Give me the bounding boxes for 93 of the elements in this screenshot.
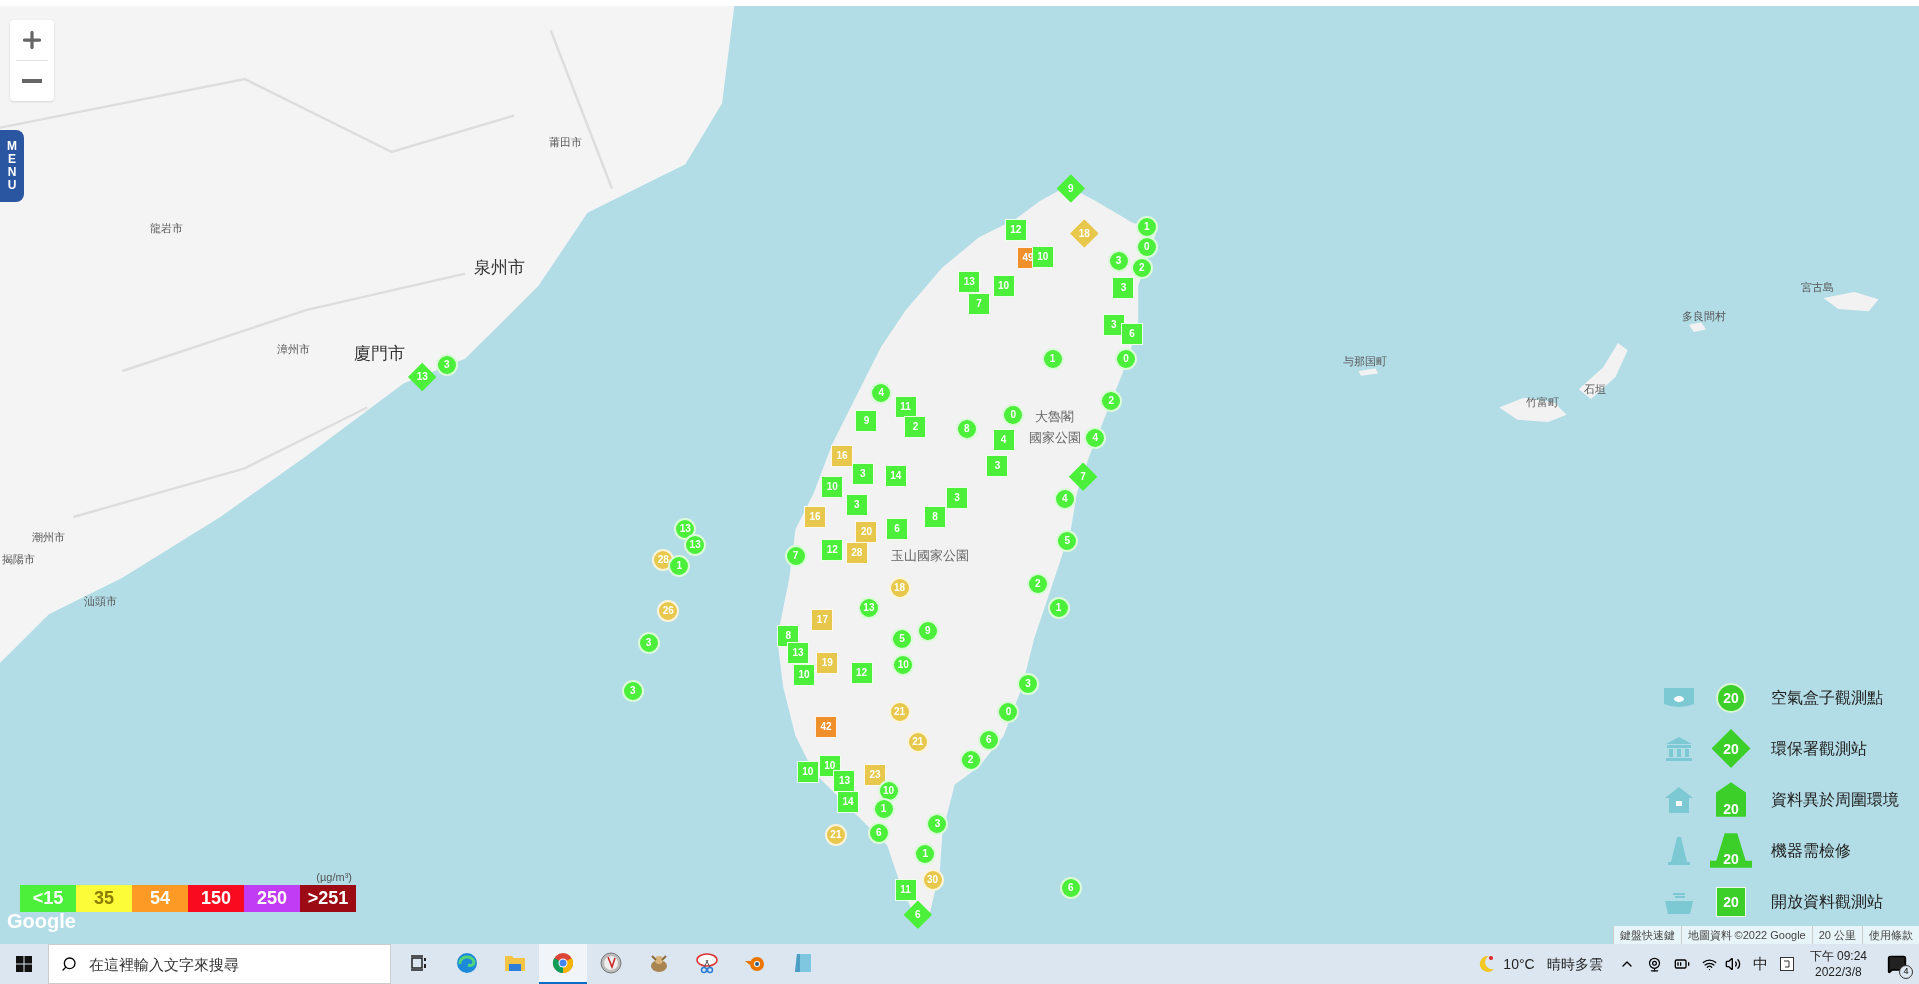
square-marker[interactable]: 28: [845, 542, 868, 565]
input-method-label[interactable]: 中: [1752, 952, 1768, 976]
building-icon: [1664, 735, 1694, 762]
scale-step: <15: [20, 885, 76, 912]
square-marker[interactable]: 17: [811, 609, 834, 632]
unit-label: (µg/m³): [316, 869, 352, 885]
date-label: 2022/3/8: [1814, 964, 1862, 981]
legend-label: 環保署觀測站: [1771, 738, 1867, 759]
square-marker[interactable]: 6: [1121, 323, 1144, 346]
search-field[interactable]: 在這裡輸入文字來搜尋: [48, 944, 391, 984]
square-marker[interactable]: 3: [986, 454, 1009, 477]
place-label: 廈門市: [353, 343, 405, 365]
place-label: 國家公園: [1028, 429, 1081, 446]
square-marker[interactable]: 14: [837, 790, 860, 813]
house-icon: [1664, 785, 1694, 814]
minus-icon: [22, 79, 42, 83]
square-marker[interactable]: 3: [851, 463, 874, 486]
browser-icon: [552, 952, 574, 974]
place-label: 潮州市: [32, 530, 66, 545]
square-marker[interactable]: 9: [855, 409, 878, 432]
search-icon: [61, 956, 77, 972]
battery-icon[interactable]: [1673, 956, 1690, 972]
taskbar-app-button[interactable]: [539, 944, 587, 984]
place-label: 宮古島: [1800, 281, 1834, 296]
scale-step: >251: [300, 885, 356, 912]
clock[interactable]: 下午 09:24 2022/3/8: [1809, 947, 1867, 981]
place-label: 多良間村: [1681, 310, 1726, 325]
square-marker[interactable]: 3: [946, 486, 969, 509]
weather-label: 晴時多雲: [1546, 954, 1603, 974]
scale-step: 54: [132, 885, 188, 912]
legend-label: 資料異於周圍環境: [1771, 789, 1899, 810]
place-label: 石垣: [1583, 383, 1606, 398]
square-marker[interactable]: 16: [804, 505, 827, 528]
house-marker[interactable]: 20: [1716, 782, 1746, 817]
square-marker[interactable]: 16: [831, 445, 853, 468]
browser-icon: [456, 952, 478, 974]
webcam-icon[interactable]: [1646, 956, 1662, 972]
keyboard-mode-icon[interactable]: [1779, 957, 1794, 971]
place-label: 龍岩市: [149, 221, 183, 236]
square-marker[interactable]: 12: [821, 538, 844, 561]
square-marker[interactable]: 3: [1112, 277, 1135, 300]
scale-step: 250: [244, 885, 300, 912]
time-label: 下午 09:24: [1809, 947, 1867, 964]
task-view-icon: [410, 954, 428, 972]
notification-count: 4: [1899, 965, 1913, 979]
scale-step: 35: [76, 885, 132, 912]
square-marker[interactable]: 12: [1004, 218, 1027, 241]
square-marker[interactable]: 7: [968, 293, 991, 316]
place-label: 竹富町: [1525, 395, 1559, 410]
square-marker[interactable]: 23: [864, 763, 887, 786]
square-marker[interactable]: 13: [833, 769, 856, 792]
place-label: 与那国町: [1342, 355, 1387, 370]
square-marker[interactable]: 8: [924, 505, 946, 528]
wifi-icon[interactable]: [1701, 956, 1717, 972]
square-marker[interactable]: 10: [793, 664, 816, 687]
google-logo: Google: [7, 909, 76, 934]
legend-label: 空氣盒子觀測點: [1771, 687, 1883, 708]
square-marker[interactable]: 13: [786, 642, 809, 665]
legend-label: 開放資料觀測站: [1771, 891, 1883, 912]
place-label: 漳州市: [277, 343, 311, 358]
place-label: 玉山國家公園: [891, 547, 970, 564]
square-marker[interactable]: 10: [796, 761, 819, 784]
square-marker[interactable]: 42: [815, 716, 838, 739]
square-marker[interactable]: 6: [886, 518, 909, 541]
square-marker[interactable]: 20: [1716, 886, 1746, 917]
scale-step: 150: [188, 885, 244, 912]
place-label: 大魯閣: [1035, 409, 1075, 426]
square-marker[interactable]: 2: [904, 415, 927, 438]
square-marker[interactable]: 19: [816, 651, 839, 674]
temperature-label: 10°C: [1503, 954, 1535, 974]
square-marker[interactable]: 10: [821, 475, 844, 498]
speaker-icon[interactable]: [1724, 956, 1741, 972]
place-label: 泉州市: [473, 256, 525, 279]
square-marker[interactable]: 13: [958, 271, 981, 294]
square-marker[interactable]: 8: [777, 625, 800, 648]
air-box-icon: [1662, 685, 1696, 710]
square-marker[interactable]: 11: [894, 879, 917, 902]
bird-icon: [648, 952, 670, 974]
scissors-icon: [695, 952, 719, 974]
moon-icon: [1477, 954, 1496, 974]
place-label: 莆田市: [548, 136, 582, 151]
windows-logo-icon: [16, 956, 32, 972]
cone-icon: [1667, 835, 1691, 866]
square-marker[interactable]: 20: [855, 520, 878, 543]
notepad-icon: [793, 952, 813, 974]
place-label: 揭陽市: [1, 552, 35, 567]
legend-label: 機器需檢修: [1771, 840, 1851, 861]
cone-marker[interactable]: 20: [1710, 833, 1752, 868]
compass-icon: [600, 952, 622, 974]
place-label: 汕頭市: [83, 595, 117, 609]
menu-button[interactable]: MENU: [0, 130, 24, 202]
square-marker[interactable]: 4: [992, 429, 1015, 452]
folder-icon: [504, 953, 526, 973]
